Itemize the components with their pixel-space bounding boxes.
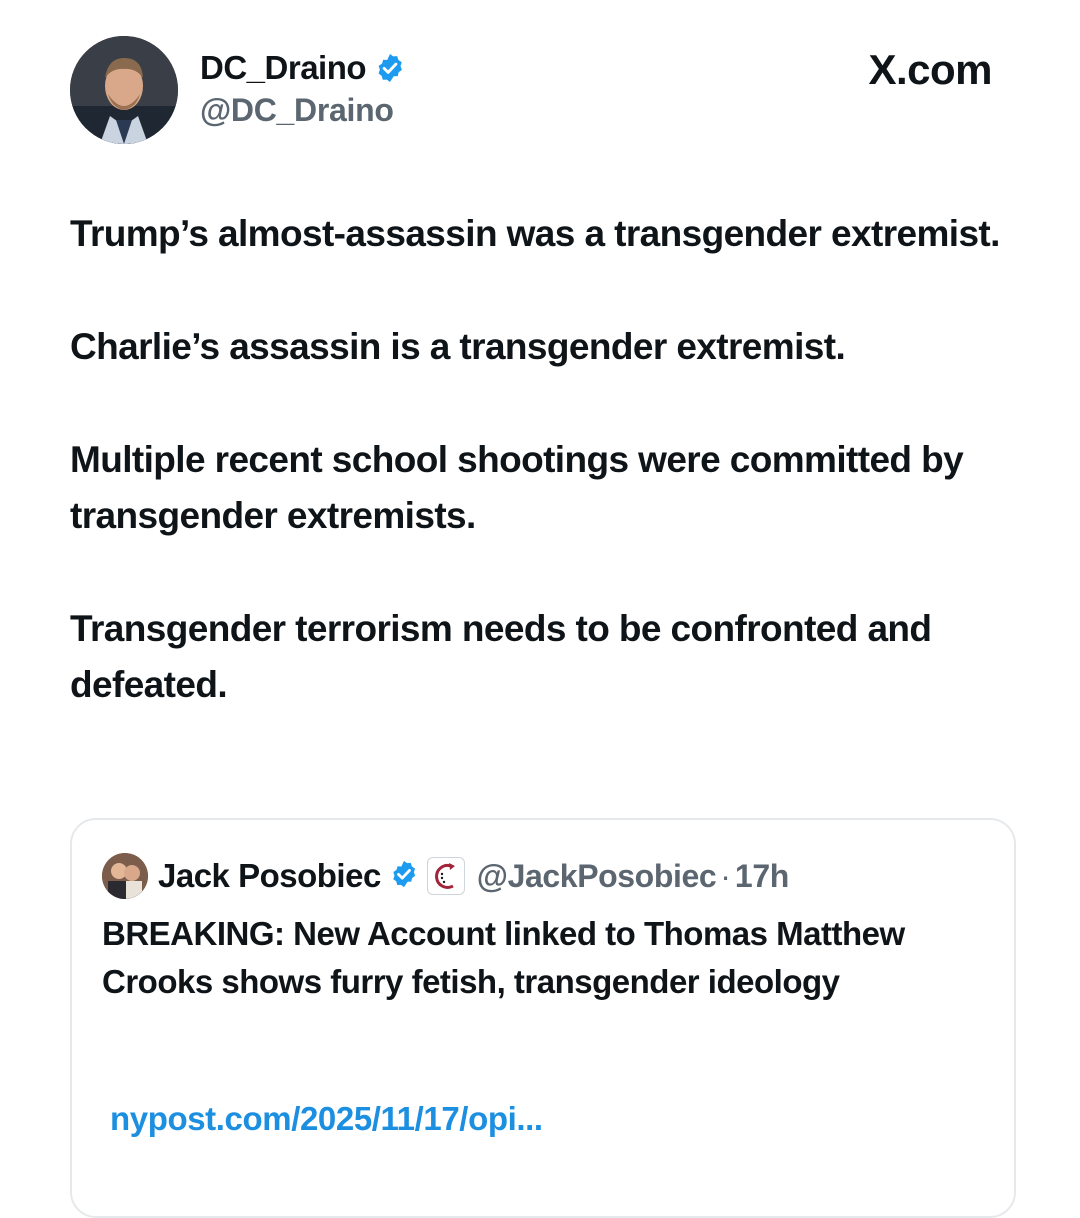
quoted-tweet-card[interactable]: Jack Posobiec @JackPosobiec · 17h BREAKI… [70, 818, 1016, 1218]
quoted-tweet-header: Jack Posobiec @JackPosobiec · 17h [102, 850, 789, 902]
tweet-paragraph: Multiple recent school shootings were co… [70, 439, 964, 536]
verified-badge-icon [374, 52, 406, 84]
tweet-paragraph: Trump’s almost-assassin was a transgende… [70, 213, 1000, 254]
author-avatar[interactable] [70, 36, 178, 144]
quoted-author-name[interactable]: Jack Posobiec [158, 857, 381, 895]
author-display-name[interactable]: DC_Draino [200, 49, 367, 87]
quoted-author-handle[interactable]: @JackPosobiec [477, 858, 717, 895]
tweet-header: DC_Draino @DC_Draino X.com [70, 36, 1000, 146]
affiliate-badge-icon[interactable] [426, 857, 465, 895]
author-handle[interactable]: @DC_Draino [200, 92, 406, 129]
tweet-paragraph: Transgender terrorism needs to be confro… [70, 608, 932, 705]
verified-badge-icon [389, 859, 419, 894]
tweet-text: Trump’s almost-assassin was a transgende… [70, 206, 1020, 770]
display-name-row: DC_Draino [200, 48, 406, 88]
tweet-paragraph: Charlie’s assassin is a transgender extr… [70, 326, 846, 367]
author-names: DC_Draino @DC_Draino [200, 48, 406, 129]
site-mark: X.com [868, 46, 992, 93]
quoted-tweet-text: BREAKING: New Account linked to Thomas M… [102, 915, 905, 1000]
quoted-timestamp[interactable]: 17h [735, 858, 789, 895]
quoted-tweet-link[interactable]: nypost.com/2025/11/17/opi... [110, 1100, 543, 1138]
quoted-author-avatar[interactable] [102, 853, 148, 899]
meta-separator: · [720, 857, 731, 894]
